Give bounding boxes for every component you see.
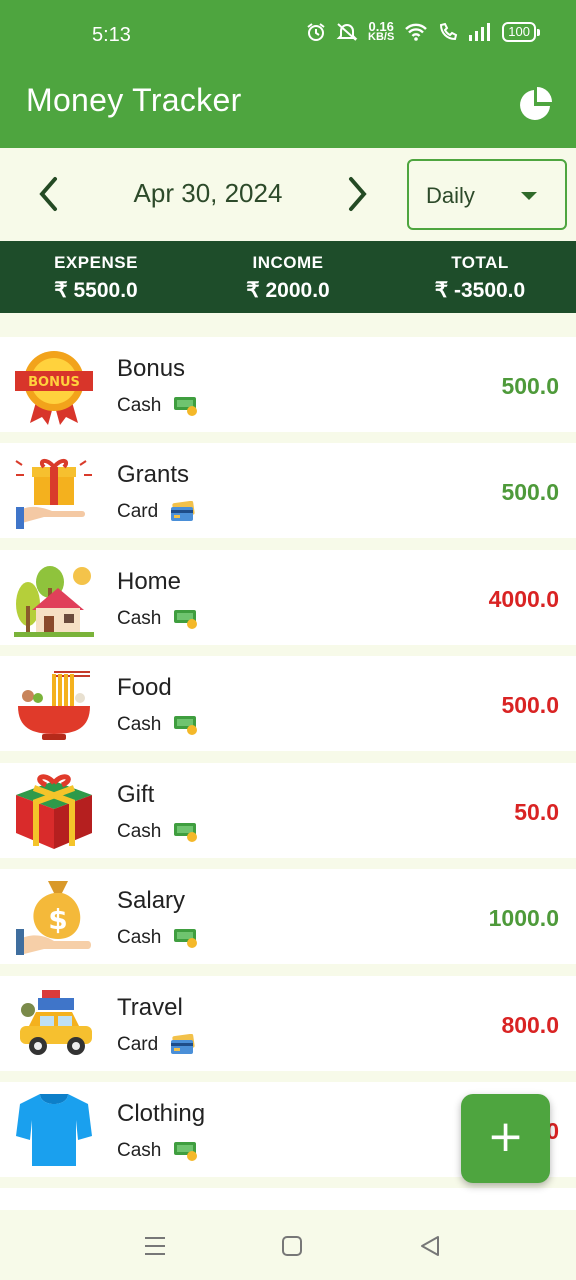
selected-date: Apr 30, 2024 [133,178,283,208]
cash-icon [174,610,198,629]
item-name: Clothing [117,1100,206,1127]
house-icon [14,566,94,637]
list-item[interactable]: Gift Cash 50.0 [0,763,576,858]
payment-method: Card [117,1034,159,1055]
list-item[interactable]: Grants Card 500.0 [0,443,576,538]
item-amount: 50.0 [514,799,559,825]
signal-icon [469,23,491,41]
item-name: Grants [117,461,190,488]
home-square-icon[interactable] [278,1232,306,1260]
payment-method: Cash [117,1140,162,1161]
gift-hand-icon [15,459,92,529]
app-bar: 5:13 0.16 KB/S 100 Money Tracker [0,0,576,148]
cash-icon [174,823,198,842]
cash-icon [174,1142,198,1161]
period-dropdown[interactable]: Daily [407,159,567,230]
caret-down-icon [521,192,537,200]
payment-method: Cash [117,927,162,948]
item-method: Cash [117,821,199,843]
item-name: Food [117,674,172,701]
item-method: Cash [117,608,199,630]
item-amount: 4000.0 [488,586,559,612]
income-label: INCOME [252,253,324,272]
item-amount: 800.0 [501,1012,559,1038]
item-method: Card [117,1034,196,1056]
wifi-call-icon [440,22,458,41]
net-speed-unit: KB/S [368,31,395,43]
item-name: Bonus [117,355,186,382]
item-amount: 500.0 [501,373,559,399]
total-value: ₹ -3500.0 [434,279,526,302]
transaction-list: BONUS Bonus Cash 500.0 Grants Card 500.0 [0,337,576,1210]
item-method: Cash [117,927,199,949]
total-label: TOTAL [451,253,509,272]
item-method: Card [117,501,196,523]
card-icon [171,501,195,521]
payment-method: Cash [117,714,162,735]
back-triangle-icon[interactable] [416,1232,444,1260]
item-method: Cash [117,395,199,417]
item-name: Home [117,568,182,595]
svg-text:BONUS: BONUS [28,375,80,390]
item-amount: 500.0 [501,692,559,718]
payment-method: Cash [117,821,162,842]
list-item[interactable]: BONUS Bonus Cash 500.0 [0,337,576,432]
bonus-badge-icon: BONUS [15,351,93,425]
list-item[interactable]: Travel Card 800.0 [0,976,576,1071]
list-item[interactable]: Home Cash 4000.0 [0,550,576,645]
car-luggage-icon [20,990,92,1055]
chevron-left-icon[interactable] [30,174,70,214]
item-method: Cash [117,714,199,736]
wifi-icon [405,23,428,41]
battery-icon: 100 [502,22,540,42]
date-navigation: Apr 30, 2024 Daily [0,148,576,241]
item-name: Salary [117,887,186,914]
svg-text:$: $ [48,903,67,936]
alarm-icon [307,23,325,41]
cash-icon [174,397,198,416]
noodle-bowl-icon [18,671,90,740]
status-icons: 0.16 KB/S 100 [306,20,540,43]
item-name: Travel [117,994,183,1021]
add-transaction-button[interactable]: + [461,1094,550,1183]
income-summary: INCOME ₹ 2000.0 [192,241,384,313]
payment-method: Cash [117,395,162,416]
net-speed: 0.16 KB/S [368,20,395,43]
system-nav-bar [0,1210,576,1280]
item-amount: 1000.0 [488,905,559,931]
item-name: Gift [117,781,155,808]
cash-icon [174,929,198,948]
item-amount: 500.0 [501,479,559,505]
list-item[interactable]: Food Cash 500.0 [0,656,576,751]
total-summary: TOTAL ₹ -3500.0 [384,241,576,313]
period-value: Daily [426,183,475,208]
chevron-right-icon[interactable] [336,174,376,214]
expense-summary: EXPENSE ₹ 5500.0 [0,241,192,313]
pie-chart-icon[interactable] [518,86,554,122]
list-item-partial[interactable] [0,1188,576,1210]
status-time: 5:13 [92,24,131,46]
list-item[interactable]: $ Salary Cash 1000.0 [0,869,576,964]
status-bar: 5:13 0.16 KB/S 100 [0,0,576,72]
summary-bar: EXPENSE ₹ 5500.0 INCOME ₹ 2000.0 TOTAL ₹… [0,241,576,313]
cash-icon [174,716,198,735]
mute-icon [336,23,358,41]
card-icon [171,1034,195,1054]
payment-method: Cash [117,608,162,629]
item-method: Cash [117,1140,199,1162]
income-value: ₹ 2000.0 [246,279,330,302]
expense-value: ₹ 5500.0 [54,279,138,302]
money-bag-icon: $ [16,881,91,955]
app-title: Money Tracker [26,82,242,118]
tshirt-icon [16,1094,92,1166]
expense-label: EXPENSE [54,253,138,272]
gift-box-icon [16,774,92,849]
payment-method: Card [117,501,159,522]
menu-icon[interactable] [141,1232,169,1260]
